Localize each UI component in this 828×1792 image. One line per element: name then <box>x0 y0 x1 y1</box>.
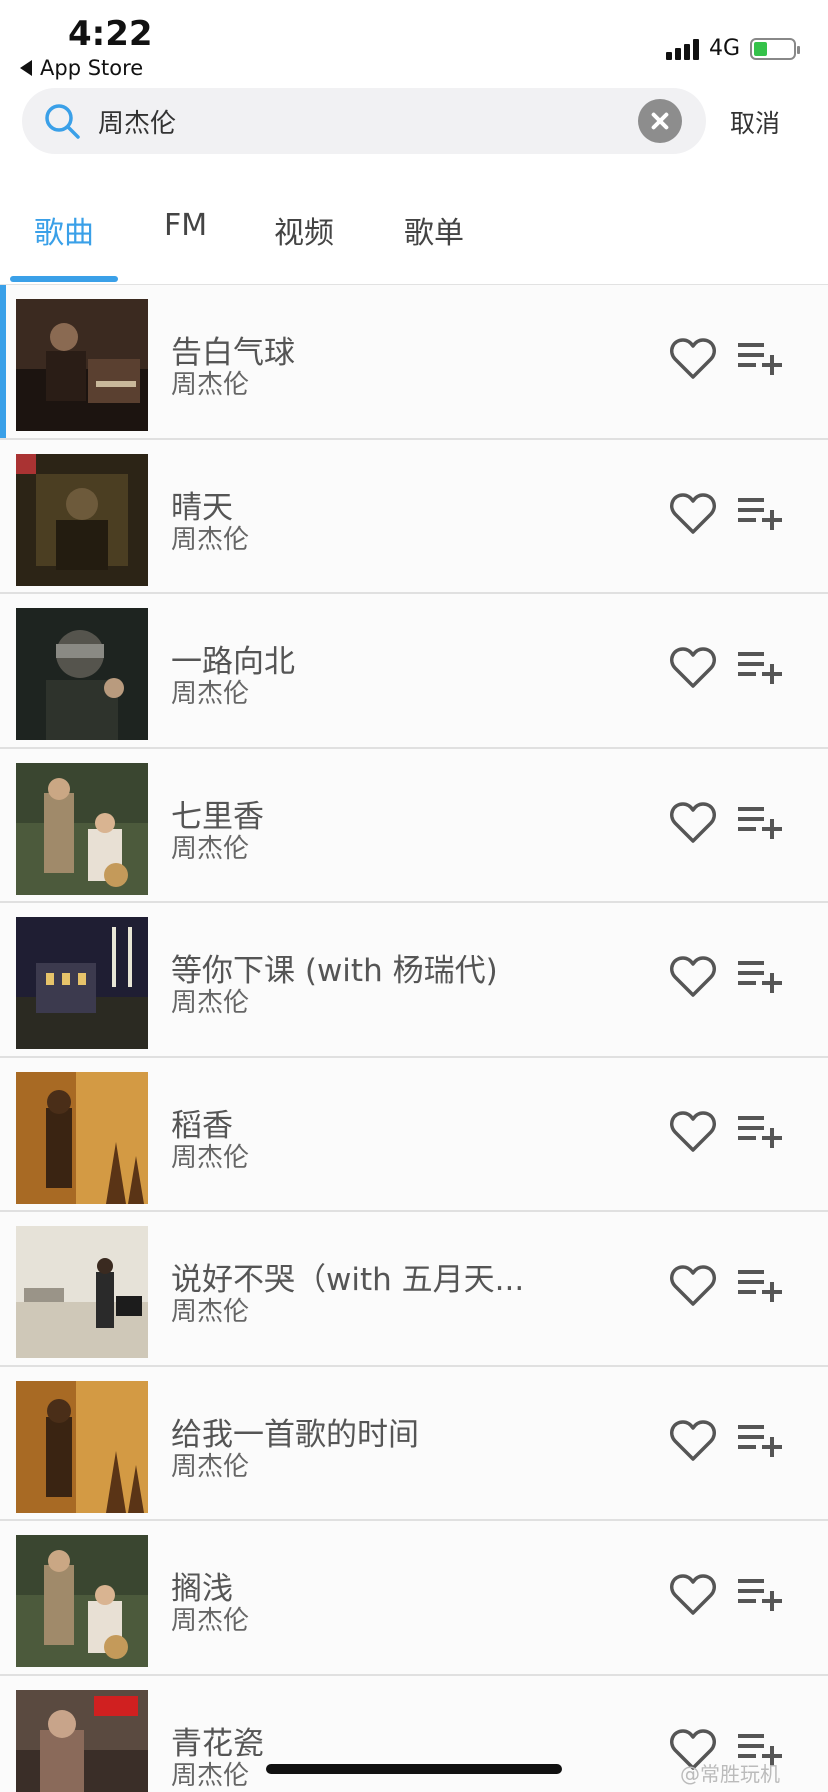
heart-icon[interactable] <box>669 1264 717 1308</box>
home-indicator[interactable] <box>266 1764 562 1774</box>
tab-songs[interactable]: 歌曲 <box>34 208 94 252</box>
song-row[interactable]: 搁浅 周杰伦 <box>0 1521 828 1676</box>
song-row[interactable]: 晴天 周杰伦 <box>0 439 828 594</box>
tab-fm[interactable]: FM <box>164 208 207 243</box>
album-cover <box>16 1226 148 1358</box>
search-bar[interactable] <box>22 88 706 154</box>
album-cover <box>16 608 148 740</box>
back-to-app-store[interactable]: App Store <box>20 56 143 80</box>
song-artist: 周杰伦 <box>171 370 250 400</box>
add-to-playlist-icon[interactable] <box>736 1264 784 1304</box>
add-to-playlist-icon[interactable] <box>736 646 784 686</box>
song-row[interactable]: 等你下课 (with 杨瑞代) 周杰伦 <box>0 903 828 1058</box>
tab-videos[interactable]: 视频 <box>274 208 334 252</box>
album-cover <box>16 1535 148 1667</box>
cancel-button[interactable]: 取消 <box>730 104 780 140</box>
song-row[interactable]: 告白气球 周杰伦 <box>0 285 828 440</box>
album-cover <box>16 1071 148 1204</box>
song-row[interactable]: 说好不哭（with 五月天... 周杰伦 <box>0 1212 828 1367</box>
song-row[interactable]: 七里香 周杰伦 <box>0 748 828 903</box>
heart-icon[interactable] <box>669 337 717 381</box>
song-artist: 周杰伦 <box>171 1606 250 1636</box>
album-cover <box>16 762 148 895</box>
add-to-playlist-icon[interactable] <box>736 955 784 995</box>
heart-icon[interactable] <box>669 1573 717 1617</box>
active-tab-indicator <box>10 276 118 282</box>
heart-icon[interactable] <box>669 1419 717 1463</box>
back-arrow-icon <box>20 60 32 76</box>
song-row[interactable]: 稻香 周杰伦 <box>0 1057 828 1212</box>
add-to-playlist-icon[interactable] <box>736 1573 784 1613</box>
heart-icon[interactable] <box>669 801 717 845</box>
add-to-playlist-icon[interactable] <box>736 801 784 841</box>
album-cover <box>16 917 148 1049</box>
status-indicators: 4G <box>665 36 800 61</box>
watermark: @常胜玩机 <box>680 1762 780 1786</box>
status-bar: 4:22 App Store 4G <box>0 0 828 86</box>
battery-icon <box>750 37 800 60</box>
song-row[interactable]: 一路向北 周杰伦 <box>0 594 828 749</box>
search-icon <box>45 104 80 139</box>
category-tabs: 歌曲 FM 视频 歌单 <box>0 200 828 284</box>
album-cover <box>16 299 148 431</box>
song-list: 告白气球 周杰伦 晴天 周杰伦 一路向北 周杰伦 七里香 周杰伦 等你下课 (w… <box>0 285 828 1792</box>
search-input[interactable] <box>98 100 618 142</box>
add-to-playlist-icon[interactable] <box>736 1110 784 1150</box>
song-artist: 周杰伦 <box>171 1760 250 1791</box>
add-to-playlist-icon[interactable] <box>736 1419 784 1459</box>
song-artist: 周杰伦 <box>171 524 250 555</box>
song-artist: 周杰伦 <box>171 1142 250 1173</box>
heart-icon[interactable] <box>669 492 717 536</box>
heart-icon[interactable] <box>669 1110 717 1154</box>
heart-icon[interactable] <box>669 646 717 690</box>
song-row[interactable]: 给我一首歌的时间 周杰伦 <box>0 1366 828 1521</box>
song-artist: 周杰伦 <box>171 988 250 1018</box>
clear-search-icon[interactable] <box>638 99 682 143</box>
album-cover <box>16 1689 148 1792</box>
back-app-label: App Store <box>40 56 144 80</box>
tab-playlists[interactable]: 歌单 <box>404 208 464 252</box>
network-label: 4G <box>708 36 740 61</box>
album-cover <box>16 1380 148 1513</box>
album-cover <box>16 453 148 586</box>
heart-icon[interactable] <box>669 955 717 999</box>
song-artist: 周杰伦 <box>171 679 250 709</box>
song-artist: 周杰伦 <box>171 1297 250 1327</box>
song-artist: 周杰伦 <box>171 1451 250 1482</box>
add-to-playlist-icon[interactable] <box>736 337 784 377</box>
signal-icon <box>665 38 699 60</box>
add-to-playlist-icon[interactable] <box>736 492 784 532</box>
status-time: 4:22 <box>68 14 153 54</box>
song-artist: 周杰伦 <box>171 833 250 864</box>
